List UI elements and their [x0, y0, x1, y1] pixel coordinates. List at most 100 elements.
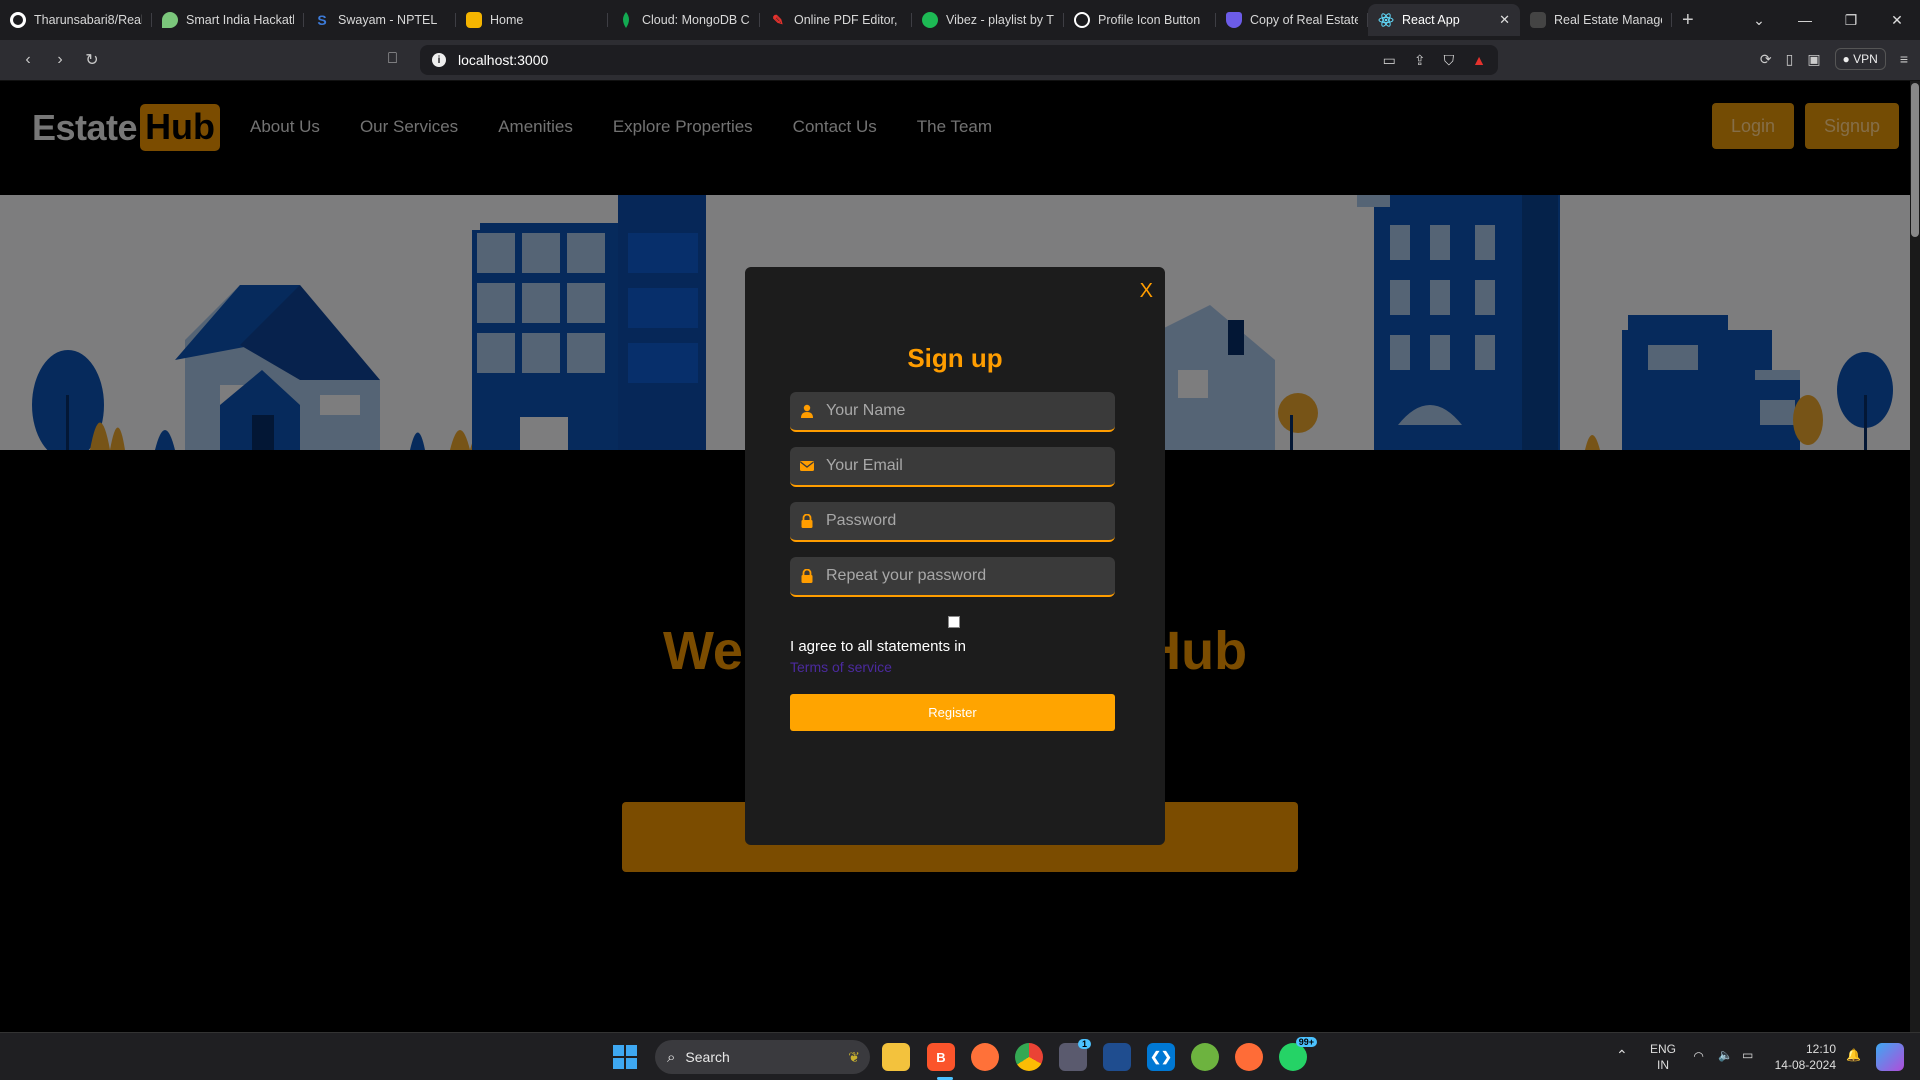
github-icon — [10, 12, 26, 28]
forward-icon[interactable]: › — [44, 51, 76, 69]
tab-github[interactable]: Tharunsabari8/RealE — [0, 4, 152, 36]
back-icon[interactable]: ‹ — [12, 51, 44, 69]
copilot-icon[interactable] — [1876, 1043, 1904, 1071]
tab-title: Cloud: MongoDB Cloud — [642, 13, 750, 27]
search-icon: ⌕ — [667, 1048, 676, 1066]
slides-icon — [466, 12, 482, 28]
wifi-icon[interactable]: ◜◝ — [1694, 1048, 1703, 1064]
chrome-icon[interactable] — [1015, 1043, 1043, 1071]
tab-title: Home — [490, 13, 524, 27]
brave-browser-icon[interactable]: B — [927, 1043, 955, 1071]
repeat-password-field[interactable] — [790, 557, 1115, 597]
tab-real-estate-manage[interactable]: Real Estate Manage — [1520, 4, 1672, 36]
close-window-icon[interactable]: ✕ — [1874, 0, 1920, 40]
cast-icon[interactable]: ▭ — [1383, 52, 1396, 69]
tab-copy-real-estate[interactable]: Copy of Real Estate — [1216, 4, 1368, 36]
taskbar-search[interactable]: ⌕ Search ❦ — [655, 1040, 870, 1074]
repeat-password-input[interactable] — [826, 567, 1106, 585]
email-input[interactable] — [826, 457, 1106, 475]
search-label: Search — [685, 1049, 730, 1065]
sql-tool-icon[interactable] — [1103, 1043, 1131, 1071]
lock-icon — [801, 514, 813, 528]
lang-top: ENG — [1650, 1042, 1677, 1056]
whatsapp-badge: 99+ — [1295, 1037, 1317, 1047]
clock[interactable]: 12:10 14-08-2024 — [1772, 1041, 1836, 1073]
tab-smart-india-hackathon[interactable]: Smart India Hackathon — [152, 4, 304, 36]
name-field[interactable] — [790, 392, 1115, 432]
email-field[interactable] — [790, 447, 1115, 487]
tab-title: Vibez - playlist by T — [946, 13, 1054, 27]
document-icon — [1530, 12, 1546, 28]
name-input[interactable] — [826, 402, 1106, 420]
sidebar-icon[interactable]: ▯ — [1786, 51, 1794, 68]
volume-icon[interactable]: 🔈 — [1718, 1047, 1733, 1063]
react-icon — [1378, 12, 1394, 28]
notification-bell-icon[interactable]: 🔔 — [1846, 1047, 1861, 1063]
lang-bottom: IN — [1657, 1058, 1669, 1072]
tab-pdf-editor[interactable]: ✎ Online PDF Editor, F — [760, 4, 912, 36]
minimize-icon[interactable]: — — [1782, 0, 1828, 40]
battery-icon[interactable]: ▭ — [1742, 1047, 1753, 1063]
show-hidden-icons-chevron-icon[interactable]: ⌃ — [1616, 1047, 1628, 1063]
site-info-icon[interactable]: i — [432, 53, 446, 67]
wallet-icon[interactable]: ▣ — [1807, 51, 1820, 68]
close-tab-icon[interactable]: ✕ — [1499, 12, 1510, 28]
brave-shield-icon[interactable]: ⛉ — [1444, 52, 1455, 69]
tab-swayam[interactable]: S Swayam - NPTEL — [304, 4, 456, 36]
language-indicator[interactable]: ENG IN — [1650, 1041, 1676, 1073]
clock-date: 14-08-2024 — [1774, 1058, 1836, 1072]
terms-checkbox[interactable] — [948, 616, 960, 628]
tab-home[interactable]: Home — [456, 4, 608, 36]
firefox-icon[interactable] — [971, 1043, 999, 1071]
windows-start-icon[interactable] — [613, 1045, 637, 1069]
scrollbar-thumb[interactable] — [1911, 83, 1919, 237]
restore-icon[interactable]: ❐ — [1828, 0, 1874, 40]
swayam-icon: S — [317, 12, 327, 28]
register-button[interactable]: Register — [790, 694, 1115, 731]
modal-title: Sign up — [907, 343, 1003, 373]
reload-icon[interactable]: ↻ — [76, 50, 108, 70]
tab-title: Tharunsabari8/RealE — [34, 13, 142, 27]
url-text: localhost:3000 — [458, 52, 549, 68]
url-bar[interactable]: i localhost:3000 ▭ ⇪ ⛉ ▲ — [420, 45, 1498, 75]
password-input[interactable] — [826, 512, 1106, 530]
browser-toolbar: ‹ › ↻ ⎕ i localhost:3000 ▭ ⇪ ⛉ ▲ ⟳ ▯ ▣ ●… — [0, 40, 1920, 81]
tab-title: React App — [1402, 13, 1460, 27]
brave-rewards-icon[interactable]: ▲ — [1472, 52, 1486, 68]
tab-spotify[interactable]: Vibez - playlist by T — [912, 4, 1064, 36]
tab-title: Swayam - NPTEL — [338, 13, 438, 27]
bookmark-icon[interactable]: ⎕ — [388, 50, 397, 67]
clock-time: 12:10 — [1805, 1042, 1836, 1056]
tab-codepen[interactable]: Profile Icon Button — [1064, 4, 1216, 36]
vpn-button[interactable]: ● VPN — [1834, 48, 1886, 70]
pdf-editor-icon: ✎ — [772, 11, 784, 28]
mongodb-leaf-icon — [618, 12, 634, 28]
modal-close-button[interactable]: X — [1140, 280, 1153, 303]
tab-title: Real Estate Manage — [1554, 13, 1662, 27]
codepen-icon — [1074, 12, 1090, 28]
file-explorer-icon[interactable] — [882, 1043, 910, 1071]
new-tab-button[interactable]: + — [1682, 9, 1694, 32]
search-highlight-icon: ❦ — [848, 1048, 860, 1065]
postman-icon[interactable] — [1235, 1043, 1263, 1071]
signup-modal: X Sign up I agree to all statements in T… — [745, 267, 1165, 845]
app-with-badge-icon[interactable]: 1 — [1059, 1039, 1091, 1071]
tab-mongodb[interactable]: Cloud: MongoDB Cloud — [608, 4, 760, 36]
tab-title: Copy of Real Estate — [1250, 13, 1358, 27]
terms-of-service-link[interactable]: Terms of service — [790, 659, 892, 675]
vpn-label: VPN — [1853, 52, 1878, 66]
share-icon[interactable]: ⇪ — [1414, 52, 1426, 69]
vscode-icon[interactable]: ❮❯ — [1147, 1043, 1175, 1071]
spring-tool-icon[interactable] — [1191, 1043, 1219, 1071]
canva-shield-icon — [1226, 12, 1242, 28]
menu-icon[interactable]: ≡ — [1900, 51, 1908, 67]
spotify-icon — [922, 12, 938, 28]
leo-ai-icon[interactable]: ⟳ — [1760, 51, 1772, 68]
whatsapp-icon[interactable]: 99+ — [1279, 1037, 1317, 1071]
tab-list-chevron-icon[interactable]: ⌄ — [1736, 0, 1782, 40]
window-controls: ⌄ — ❐ ✕ — [1736, 0, 1920, 40]
envelope-icon — [800, 461, 814, 471]
tab-react-app[interactable]: React App ✕ — [1368, 4, 1520, 36]
tab-title: Smart India Hackathon — [186, 13, 294, 27]
password-field[interactable] — [790, 502, 1115, 542]
